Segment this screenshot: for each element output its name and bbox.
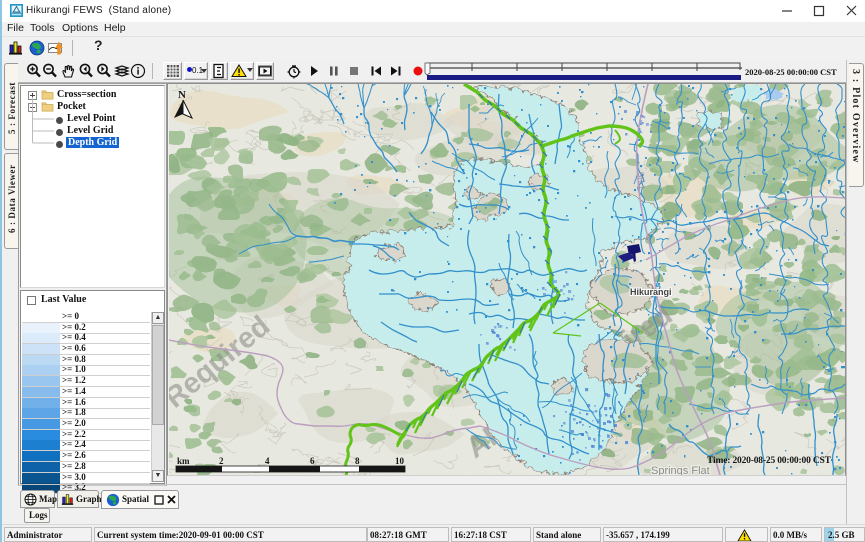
svg-text:?: ? xyxy=(94,37,103,53)
